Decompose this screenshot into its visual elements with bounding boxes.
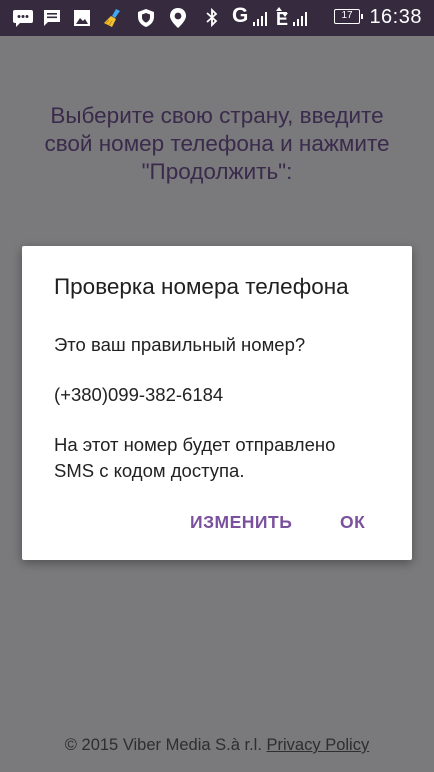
dialog-title: Проверка номера телефона — [54, 274, 349, 299]
signal-icon — [292, 8, 308, 28]
gallery-icon — [72, 8, 92, 28]
change-button[interactable]: ИЗМЕНИТЬ — [190, 512, 292, 533]
privacy-policy-link[interactable]: Privacy Policy — [267, 736, 370, 754]
dialog-question: Это ваш правильный номер? — [54, 334, 306, 355]
clock: 16:38 — [369, 6, 422, 28]
cleaner-icon — [102, 8, 124, 28]
instruction-line: Выберите свою страну, введите — [50, 103, 384, 128]
phone-verification-dialog: Проверка номера телефона Это ваш правиль… — [22, 246, 412, 560]
signal-icon — [252, 8, 268, 28]
instruction-line: свой номер телефона и нажмите — [44, 131, 390, 156]
instruction-text: Выберите свою страну, введите свой номер… — [30, 102, 404, 186]
battery-level: 17 — [341, 10, 353, 21]
network-type-primary: G — [232, 4, 249, 27]
dialog-note-line: На этот номер будет отправлено — [54, 434, 336, 455]
copyright-text: © 2015 Viber Media S.à r.l. — [64, 736, 262, 754]
status-bar: G E 17 16:38 — [0, 0, 434, 36]
instruction-line: "Продолжить": — [141, 159, 293, 184]
bluetooth-icon — [205, 7, 219, 28]
battery-icon: 17 — [334, 9, 363, 24]
chat-icon — [12, 8, 34, 28]
phone-number: (+380)099-382-6184 — [54, 384, 224, 405]
dialog-note: На этот номер будет отправлено SMS с код… — [54, 432, 384, 484]
message-icon — [42, 8, 62, 28]
footer: © 2015 Viber Media S.à r.l. Privacy Poli… — [0, 736, 434, 755]
location-icon — [168, 8, 188, 28]
ok-button[interactable]: ОК — [340, 512, 365, 533]
dialog-note-line: SMS с кодом доступа. — [54, 460, 245, 481]
network-type-secondary: E — [276, 9, 289, 29]
screen: G E 17 16:38 Выберите свою страну, введи… — [0, 0, 434, 772]
shield-icon — [136, 8, 156, 28]
